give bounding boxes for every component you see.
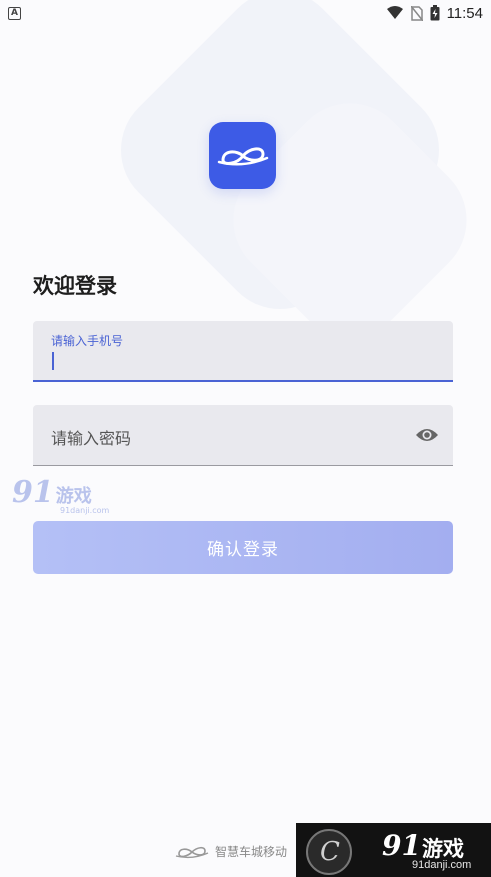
password-placeholder: 请输入密码 [51,429,132,448]
password-input[interactable]: 请输入密码 [33,405,453,466]
watermark-logo: 91 游戏 91danji.com [12,475,109,516]
confirm-login-label: 确认登录 [207,540,279,560]
phone-input[interactable]: 请输入手机号 [33,321,453,382]
watermark-91: 91 [12,475,54,510]
banner-letter: C [320,837,340,867]
banner-site: 91danji.com [412,859,472,871]
status-time: 11:54 [446,4,483,22]
app-logo [209,122,276,189]
battery-charging-icon [430,5,440,21]
wifi-icon [386,6,403,19]
eye-icon[interactable] [415,425,439,445]
confirm-login-button[interactable]: 确认登录 [33,521,453,574]
footer-logo-icon [175,846,209,858]
watermark-site: 91danji.com [60,506,110,515]
phone-input-label: 请输入手机号 [51,334,124,348]
welcome-title: 欢迎登录 [33,274,117,298]
no-sim-icon [410,5,423,21]
status-bar: A 11:54 [0,0,491,26]
infinity-car-logo-icon [217,147,268,165]
footer-brand: 智慧车城移动 [215,845,288,859]
notification-a-icon: A [8,6,21,20]
watermark-banner: C 91 游戏 91danji.com [296,823,491,877]
footer: 智慧车城移动 [175,843,287,860]
text-cursor [52,352,54,370]
banner-91: 91 [382,829,421,862]
watermark-game: 游戏 [55,486,92,507]
